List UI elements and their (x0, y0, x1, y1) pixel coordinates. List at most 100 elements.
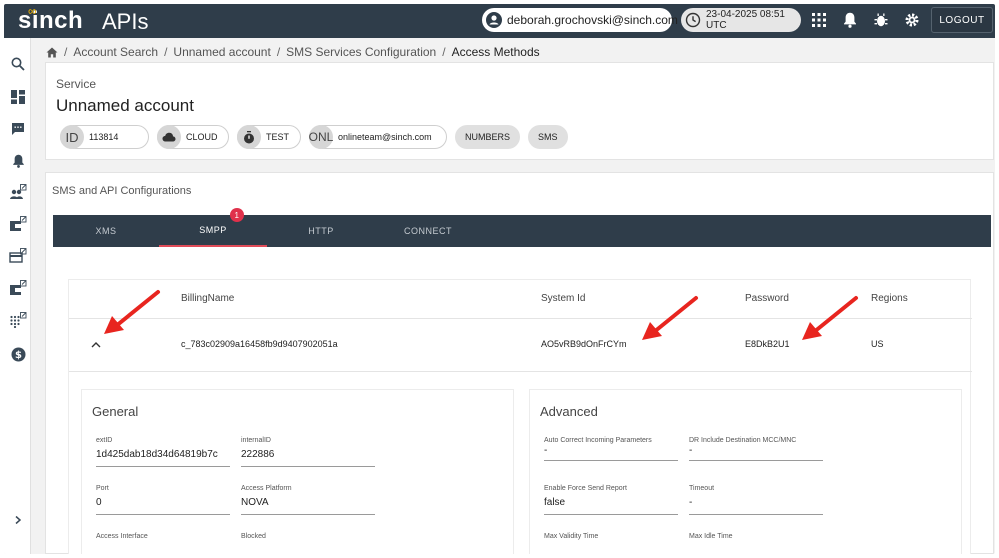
notifications-icon[interactable] (841, 11, 859, 29)
settings-gear-icon[interactable] (903, 11, 921, 29)
field-ext-id[interactable]: extID 1d425dab18d34d64819b7c (96, 437, 230, 467)
users-external-icon[interactable] (8, 182, 28, 202)
user-menu[interactable]: deborah.grochovski@sinch.com (482, 8, 678, 32)
dialpad-external-icon[interactable] (8, 310, 28, 330)
chip-numbers[interactable]: NUMBERS (455, 125, 521, 149)
expand-sidebar-chevron-icon[interactable] (8, 510, 28, 530)
field-label: extID (96, 437, 113, 444)
breadcrumb-separator: / (276, 45, 281, 59)
tab-http[interactable]: HTTP (267, 215, 375, 247)
config-tabs: XMS SMPP 1 HTTP CONNECT (53, 208, 991, 247)
field-access-platform[interactable]: Access Platform NOVA (241, 485, 375, 515)
field-force-send-report[interactable]: Enable Force Send Report false (544, 485, 678, 515)
header-system-id[interactable]: System Id (541, 293, 585, 304)
breadcrumb-unnamed-account[interactable]: Unnamed account (173, 45, 270, 59)
cell-billing-name: c_783c02909a16458fb9d9407902051a (181, 339, 338, 349)
field-value: false (544, 497, 678, 515)
breadcrumb-separator: / (64, 45, 68, 59)
dashboard-icon[interactable] (8, 87, 28, 107)
header-regions[interactable]: Regions (871, 293, 908, 304)
header-billing-name[interactable]: BillingName (181, 293, 234, 304)
cell-password: E8DkB2U1 (745, 339, 790, 349)
messages-icon[interactable] (8, 119, 28, 139)
tab-smpp[interactable]: SMPP 1 (159, 208, 267, 247)
field-auto-correct[interactable]: Auto Correct Incoming Parameters - (544, 437, 678, 461)
home-icon[interactable] (46, 47, 58, 58)
tab-connect[interactable]: CONNECT (375, 215, 481, 247)
tab-badge: 1 (230, 208, 244, 222)
breadcrumb-separator: / (164, 45, 168, 59)
user-email: deborah.grochovski@sinch.com (507, 13, 678, 27)
field-value: 0 (96, 497, 230, 515)
service-label: Service (56, 77, 97, 91)
field-max-validity-time[interactable]: Max Validity Time (544, 533, 678, 541)
field-timeout[interactable]: Timeout - (689, 485, 823, 515)
field-label: Enable Force Send Report (544, 485, 627, 492)
advanced-title: Advanced (540, 404, 598, 419)
collapse-row-chevron-icon[interactable] (89, 337, 103, 351)
breadcrumb-separator: / (442, 45, 446, 59)
billing-external-icon[interactable] (8, 278, 28, 298)
breadcrumb-access-methods: Access Methods (451, 45, 540, 59)
header-password[interactable]: Password (745, 293, 789, 304)
field-value: 1d425dab18d34d64819b7c (96, 449, 230, 467)
chip-avatar: ID (60, 125, 84, 149)
field-internal-id[interactable]: internalID 222886 (241, 437, 375, 467)
chip-cloud[interactable]: CLOUD (157, 125, 229, 149)
timer-icon (237, 125, 261, 149)
logo-mark-icon: ∞ (28, 4, 37, 18)
chip-label: CLOUD (186, 132, 218, 142)
tab-label: SMPP (199, 225, 227, 235)
chip-label: TEST (266, 132, 290, 142)
annotation-arrow-icon (104, 290, 160, 334)
chip-sms[interactable]: SMS (528, 125, 568, 149)
app-title: APIs (102, 9, 149, 34)
sinch-logo[interactable]: ∞ sinch (18, 4, 83, 36)
breadcrumb-account-search[interactable]: Account Search (73, 45, 158, 59)
general-title: General (92, 404, 139, 419)
annotation-arrow-icon (642, 296, 698, 340)
field-label: Max Validity Time (544, 533, 599, 540)
logout-button[interactable]: LOGOUT (931, 7, 993, 33)
cloud-icon (157, 125, 181, 149)
left-sidebar: $ (4, 38, 31, 554)
tab-xms[interactable]: XMS (53, 215, 159, 247)
credit-card-external-icon[interactable] (8, 246, 28, 266)
alerts-icon[interactable] (8, 151, 28, 171)
chip-email[interactable]: ONL onlineteam@sinch.com (309, 125, 447, 149)
field-dr-include-mcc-mnc[interactable]: DR Include Destination MCC/MNC - (689, 437, 823, 461)
advanced-panel: Advanced Auto Correct Incoming Parameter… (529, 389, 962, 554)
section-title: SMS and API Configurations (52, 185, 192, 197)
field-label: Max Idle Time (689, 533, 733, 540)
general-panel: General extID 1d425dab18d34d64819b7c int… (81, 389, 514, 554)
divider (69, 371, 972, 372)
dollar-icon[interactable]: $ (8, 344, 28, 364)
bug-report-icon[interactable] (872, 11, 890, 29)
field-blocked[interactable]: Blocked (241, 533, 375, 541)
chip-label: onlineteam@sinch.com (338, 132, 432, 142)
field-port[interactable]: Port 0 (96, 485, 230, 515)
breadcrumb-sms-services-configuration[interactable]: SMS Services Configuration (286, 45, 436, 59)
field-label: Auto Correct Incoming Parameters (544, 437, 652, 444)
field-max-idle-time[interactable]: Max Idle Time (689, 533, 823, 541)
field-value: 222886 (241, 449, 375, 467)
breadcrumb: / Account Search / Unnamed account / SMS… (46, 44, 540, 60)
field-label: Blocked (241, 533, 266, 540)
datetime-display: 23-04-2025 08:51 UTC (681, 8, 801, 32)
annotation-arrow-icon (802, 296, 858, 340)
chip-label: 113814 (89, 132, 119, 142)
field-access-interface[interactable]: Access Interface (96, 533, 230, 541)
wallet-external-icon[interactable] (8, 214, 28, 234)
field-label: internalID (241, 437, 271, 444)
field-label: Access Platform (241, 485, 292, 492)
service-chips: ID 113814 CLOUD TEST ONL onlineteam@sinc… (60, 125, 576, 149)
search-icon[interactable] (8, 54, 28, 74)
chip-id[interactable]: ID 113814 (60, 125, 149, 149)
field-value: - (689, 445, 823, 461)
field-value: - (544, 445, 678, 461)
app-window: ∞ sinch APIs deborah.grochovski@sinch.co… (4, 4, 995, 554)
chip-test[interactable]: TEST (237, 125, 301, 149)
datetime-text: 23-04-2025 08:51 UTC (706, 9, 785, 31)
svg-text:$: $ (15, 350, 22, 361)
apps-grid-icon[interactable] (810, 11, 828, 29)
